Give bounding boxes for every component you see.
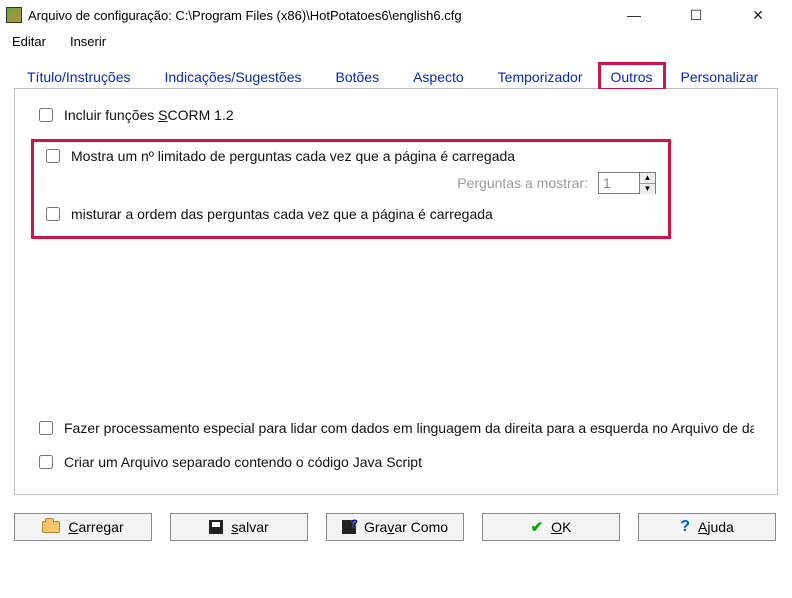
maximize-button[interactable]: ☐	[674, 3, 718, 27]
label-scorm: Incluir funções SCORM 1.2	[64, 107, 234, 123]
checkbox-rtl[interactable]	[39, 421, 53, 435]
ok-button[interactable]: ✔ OK	[482, 513, 620, 541]
spinner-buttons: ▲ ▼	[639, 173, 655, 193]
checkbox-shuffle[interactable]	[46, 207, 60, 221]
salvar-button[interactable]: salvar	[170, 513, 308, 541]
titlebar: Arquivo de configuração: C:\Program File…	[0, 0, 792, 30]
tab-titulo-instrucoes[interactable]: Título/Instruções	[16, 64, 142, 89]
input-perguntas[interactable]	[599, 173, 639, 193]
gravar-como-label: Gravar Como	[364, 519, 448, 535]
label-limit-questions: Mostra um nº limitado de perguntas cada …	[71, 148, 515, 164]
spinner-perguntas: ▲ ▼	[598, 172, 656, 194]
window-controls: — ☐ ✕	[612, 3, 790, 27]
tab-aspecto[interactable]: Aspecto	[402, 64, 475, 89]
option-separate-js: Criar um Arquivo separado contendo o cód…	[35, 452, 757, 472]
folder-open-icon	[42, 521, 60, 533]
checkbox-scorm[interactable]	[39, 108, 53, 122]
label-separate-js: Criar um Arquivo separado contendo o cód…	[64, 454, 422, 470]
highlight-group: Mostra um nº limitado de perguntas cada …	[31, 139, 671, 239]
menu-inserir[interactable]: Inserir	[66, 32, 110, 51]
spinner-up[interactable]: ▲	[640, 173, 655, 184]
help-icon: ?	[680, 518, 690, 536]
close-button[interactable]: ✕	[736, 3, 780, 27]
salvar-label: salvar	[231, 519, 268, 535]
carregar-label: Carregar	[68, 519, 123, 535]
button-row: Carregar salvar Gravar Como ✔ OK ? Ajuda	[14, 513, 778, 541]
floppy-disk-save-as-icon	[342, 520, 356, 534]
spinner-down[interactable]: ▼	[640, 184, 655, 194]
tab-indicacoes-sugestoes[interactable]: Indicações/Sugestões	[154, 64, 313, 89]
minimize-button[interactable]: —	[612, 3, 656, 27]
checkbox-separate-js[interactable]	[39, 455, 53, 469]
option-shuffle: misturar a ordem das perguntas cada vez …	[42, 204, 662, 224]
label-shuffle: misturar a ordem das perguntas cada vez …	[71, 206, 493, 222]
window-title: Arquivo de configuração: C:\Program File…	[28, 8, 612, 23]
floppy-disk-icon	[209, 520, 223, 534]
option-rtl: Fazer processamento especial para lidar …	[35, 418, 755, 438]
ok-label: OK	[551, 519, 571, 535]
dialog-body: Título/Instruções Indicações/Sugestões B…	[0, 61, 792, 555]
ajuda-label: Ajuda	[698, 519, 734, 535]
checkbox-limit-questions[interactable]	[46, 149, 60, 163]
option-scorm: Incluir funções SCORM 1.2	[35, 105, 757, 125]
check-icon: ✔	[531, 518, 544, 536]
label-rtl: Fazer processamento especial para lidar …	[64, 420, 754, 436]
menubar: Editar Inserir	[0, 30, 792, 57]
tab-cgi[interactable]: CGI	[781, 64, 792, 89]
tab-page-outros: Incluir funções SCORM 1.2 Mostra um nº l…	[14, 89, 778, 495]
tab-personalizar[interactable]: Personalizar	[670, 64, 770, 89]
tab-outros[interactable]: Outros	[600, 64, 664, 89]
app-icon	[6, 7, 22, 23]
carregar-button[interactable]: Carregar	[14, 513, 152, 541]
tab-temporizador[interactable]: Temporizador	[487, 64, 594, 89]
ajuda-button[interactable]: ? Ajuda	[638, 513, 776, 541]
option-limit-questions: Mostra um nº limitado de perguntas cada …	[42, 146, 662, 166]
menu-editar[interactable]: Editar	[8, 32, 50, 51]
bottom-options: Fazer processamento especial para lidar …	[35, 418, 757, 476]
tabstrip: Título/Instruções Indicações/Sugestões B…	[14, 61, 778, 89]
gravar-como-button[interactable]: Gravar Como	[326, 513, 464, 541]
row-perguntas-a-mostrar: Perguntas a mostrar: ▲ ▼	[42, 172, 662, 194]
tab-botoes[interactable]: Botões	[324, 64, 390, 89]
label-perguntas-a-mostrar: Perguntas a mostrar:	[457, 175, 588, 191]
